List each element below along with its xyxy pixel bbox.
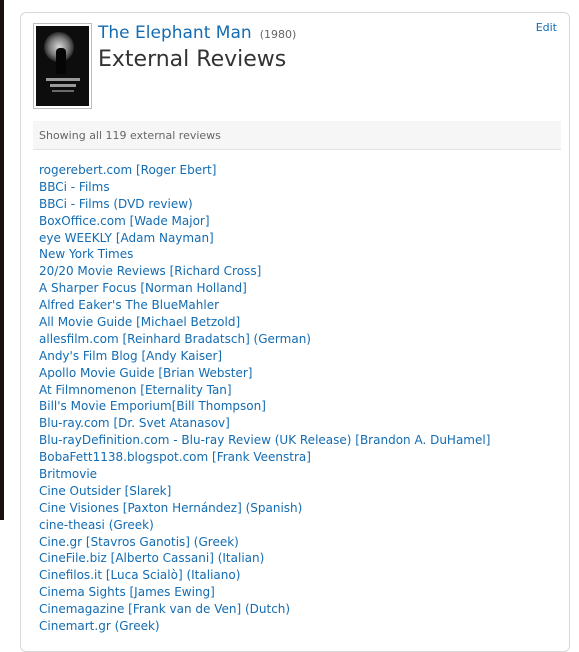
- review-link[interactable]: At Filmnomenon [Eternality Tan]: [39, 383, 232, 397]
- list-item: Alfred Eaker's The BlueMahler: [39, 297, 490, 314]
- list-item: BoxOffice.com [Wade Major]: [39, 213, 490, 230]
- list-item: At Filmnomenon [Eternality Tan]: [39, 382, 490, 399]
- list-item: Britmovie: [39, 466, 490, 483]
- list-item: allesfilm.com [Reinhard Bradatsch] (Germ…: [39, 331, 490, 348]
- list-item: cine-theasi (Greek): [39, 517, 490, 534]
- review-link[interactable]: Andy's Film Blog [Andy Kaiser]: [39, 349, 222, 363]
- review-link[interactable]: Cinefilos.it [Luca Scialò] (Italiano): [39, 568, 240, 582]
- title-line: The Elephant Man (1980): [98, 23, 296, 43]
- review-link[interactable]: rogerebert.com [Roger Ebert]: [39, 163, 216, 177]
- review-link[interactable]: 20/20 Movie Reviews [Richard Cross]: [39, 264, 261, 278]
- list-item: BBCi - Films: [39, 179, 490, 196]
- reviews-card: The Elephant Man (1980) External Reviews…: [20, 12, 570, 652]
- review-link[interactable]: Cine.gr [Stavros Ganotis] (Greek): [39, 535, 239, 549]
- list-item: Cine.gr [Stavros Ganotis] (Greek): [39, 534, 490, 551]
- list-item: Andy's Film Blog [Andy Kaiser]: [39, 348, 490, 365]
- review-link[interactable]: Cinema Sights [James Ewing]: [39, 585, 215, 599]
- edit-link[interactable]: Edit: [536, 21, 557, 34]
- list-item: All Movie Guide [Michael Betzold]: [39, 314, 490, 331]
- review-link[interactable]: eye WEEKLY [Adam Nayman]: [39, 231, 214, 245]
- review-link[interactable]: Bill's Movie Emporium[Bill Thompson]: [39, 399, 266, 413]
- list-item: BobaFett1138.blogspot.com [Frank Veenstr…: [39, 449, 490, 466]
- background-strip: [0, 0, 4, 520]
- list-item: Cine Visiones [Paxton Hernández] (Spanis…: [39, 500, 490, 517]
- review-link[interactable]: Blu-ray.com [Dr. Svet Atanasov]: [39, 416, 230, 430]
- review-link[interactable]: allesfilm.com [Reinhard Bradatsch] (Germ…: [39, 332, 311, 346]
- review-link[interactable]: BBCi - Films (DVD review): [39, 197, 193, 211]
- review-link[interactable]: A Sharper Focus [Norman Holland]: [39, 281, 247, 295]
- summary-bar: Showing all 119 external reviews: [33, 121, 561, 150]
- movie-year: (1980): [259, 28, 297, 41]
- review-link[interactable]: BBCi - Films: [39, 180, 110, 194]
- movie-poster[interactable]: [33, 23, 92, 109]
- review-link[interactable]: Apollo Movie Guide [Brian Webster]: [39, 366, 252, 380]
- review-link[interactable]: Cinemagazine [Frank van de Ven] (Dutch): [39, 602, 290, 616]
- review-link[interactable]: BoxOffice.com [Wade Major]: [39, 214, 210, 228]
- review-link[interactable]: All Movie Guide [Michael Betzold]: [39, 315, 240, 329]
- summary-text: Showing all 119 external reviews: [39, 129, 221, 142]
- list-item: Cinemart.gr (Greek): [39, 618, 490, 635]
- review-link[interactable]: Britmovie: [39, 467, 97, 481]
- list-item: Cinemagazine [Frank van de Ven] (Dutch): [39, 601, 490, 618]
- list-item: New York Times: [39, 246, 490, 263]
- list-item: Cinema Sights [James Ewing]: [39, 584, 490, 601]
- list-item: Bill's Movie Emporium[Bill Thompson]: [39, 398, 490, 415]
- list-item: eye WEEKLY [Adam Nayman]: [39, 230, 490, 247]
- review-link[interactable]: Blu-rayDefinition.com - Blu-ray Review (…: [39, 433, 490, 447]
- movie-title-link[interactable]: The Elephant Man: [98, 23, 252, 43]
- review-list: rogerebert.com [Roger Ebert] BBCi - Film…: [39, 162, 490, 635]
- review-link[interactable]: New York Times: [39, 247, 133, 261]
- review-link[interactable]: Alfred Eaker's The BlueMahler: [39, 298, 219, 312]
- review-link[interactable]: Cine Visiones [Paxton Hernández] (Spanis…: [39, 501, 302, 515]
- page-title: External Reviews: [98, 47, 287, 72]
- review-link[interactable]: Cinemart.gr (Greek): [39, 619, 160, 633]
- list-item: rogerebert.com [Roger Ebert]: [39, 162, 490, 179]
- review-link[interactable]: Cine Outsider [Slarek]: [39, 484, 171, 498]
- list-item: CineFile.biz [Alberto Cassani] (Italian): [39, 550, 490, 567]
- list-item: BBCi - Films (DVD review): [39, 196, 490, 213]
- list-item: Apollo Movie Guide [Brian Webster]: [39, 365, 490, 382]
- list-item: Cine Outsider [Slarek]: [39, 483, 490, 500]
- list-item: Cinefilos.it [Luca Scialò] (Italiano): [39, 567, 490, 584]
- poster-image: [36, 26, 89, 106]
- list-item: Blu-ray.com [Dr. Svet Atanasov]: [39, 415, 490, 432]
- review-link[interactable]: BobaFett1138.blogspot.com [Frank Veenstr…: [39, 450, 311, 464]
- list-item: A Sharper Focus [Norman Holland]: [39, 280, 490, 297]
- review-link[interactable]: CineFile.biz [Alberto Cassani] (Italian): [39, 551, 264, 565]
- list-item: Blu-rayDefinition.com - Blu-ray Review (…: [39, 432, 490, 449]
- review-link[interactable]: cine-theasi (Greek): [39, 518, 154, 532]
- list-item: 20/20 Movie Reviews [Richard Cross]: [39, 263, 490, 280]
